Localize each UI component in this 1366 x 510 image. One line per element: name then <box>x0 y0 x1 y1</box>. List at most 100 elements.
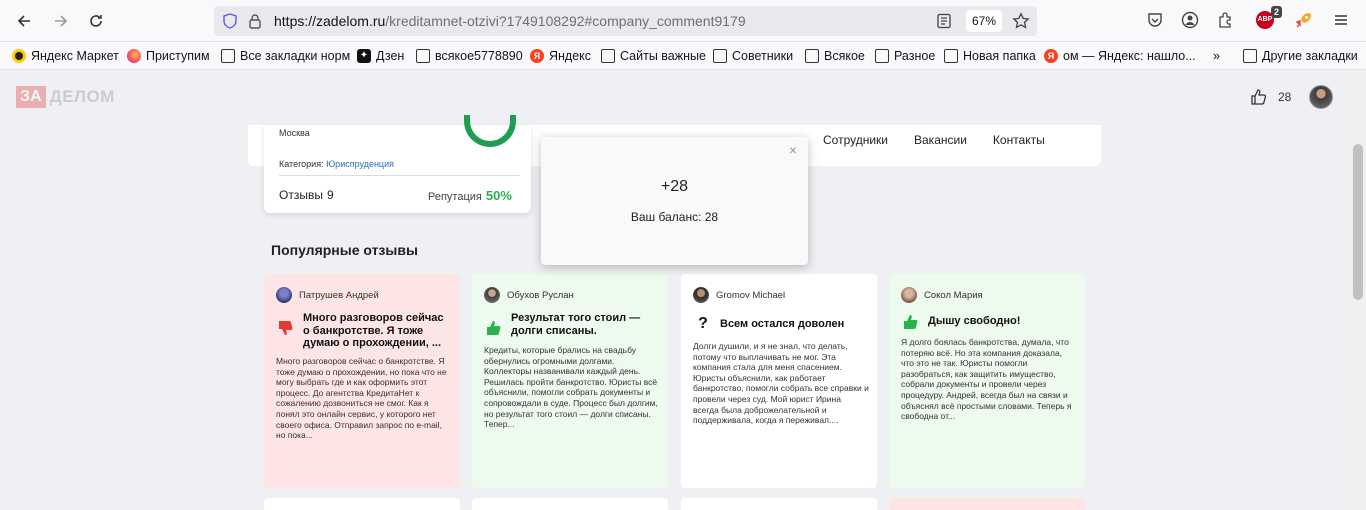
menu-icon[interactable] <box>1330 9 1352 31</box>
review-card[interactable] <box>889 498 1085 510</box>
likes-counter[interactable]: 28 <box>1250 88 1291 106</box>
url-text[interactable]: https://zadelom.ru/kreditamnet-otzivi?17… <box>274 13 746 29</box>
bookmark-folder[interactable]: Советники <box>713 48 793 64</box>
review-title[interactable]: Дышу свободно! <box>928 315 1020 328</box>
firefox-icon <box>127 49 141 63</box>
review-header: Результат того стоил — долги списаны. <box>484 312 660 338</box>
bookmark-label: Сайты важные <box>620 49 706 63</box>
company-card: Москва Категория: Юриспруденция Отзывы 9 … <box>264 115 531 213</box>
review-title[interactable]: Много разговоров сейчас о банкротстве. Я… <box>303 312 452 350</box>
back-icon[interactable] <box>12 9 36 33</box>
review-title[interactable]: Результат того стоил — долги списаны. <box>511 312 660 337</box>
bookmark-label: Советники <box>732 49 794 63</box>
dzen-icon: ✦ <box>357 49 371 63</box>
folder-icon <box>601 49 615 63</box>
yandex-icon: Я <box>530 49 544 63</box>
rocket-extension-icon[interactable] <box>1293 9 1315 31</box>
bookmark-folder[interactable]: Разное <box>875 48 935 64</box>
pocket-icon[interactable] <box>1144 9 1166 31</box>
bookmark-folder[interactable]: Другие закладки <box>1243 48 1358 64</box>
bookmark-item[interactable]: Я Яндекс <box>530 48 591 64</box>
review-card[interactable]: Сокол Мария Дышу свободно! Я долго бояла… <box>889 274 1085 488</box>
bookmark-folder[interactable]: всякое5778890 <box>416 48 523 64</box>
bookmark-label: Яндекс <box>549 49 592 63</box>
reader-view-icon[interactable] <box>936 13 952 29</box>
bookmark-label: всякое5778890 <box>435 49 523 63</box>
review-card[interactable]: Патрушев Андрей Много разговоров сейчас … <box>264 274 460 488</box>
extensions-icon[interactable] <box>1214 9 1236 31</box>
bookmark-label: Все закладки норм <box>240 49 351 63</box>
nav-vacancies[interactable]: Вакансии <box>914 133 967 147</box>
logo-za: ЗА <box>16 86 46 108</box>
reload-icon[interactable] <box>84 9 108 33</box>
avatar[interactable] <box>1309 85 1333 109</box>
review-title[interactable]: Всем остался доволен <box>720 318 844 331</box>
review-author[interactable]: Сокол Мария <box>901 287 983 303</box>
bookmark-folder[interactable]: Всякое <box>805 48 865 64</box>
bookmark-item[interactable]: Яндекс Маркет <box>12 48 119 64</box>
bookmark-folder[interactable]: Новая папка <box>944 48 1036 64</box>
close-icon[interactable]: × <box>786 143 800 157</box>
avatar <box>693 287 709 303</box>
review-header: Дышу свободно! <box>901 312 1077 332</box>
folder-icon <box>416 49 430 63</box>
balance-popup: × +28 Ваш баланс: 28 <box>541 137 808 265</box>
yandex-icon: Я <box>1044 49 1058 63</box>
address-bar[interactable]: https://zadelom.ru/kreditamnet-otzivi?17… <box>214 6 1037 36</box>
folder-icon <box>1243 49 1257 63</box>
adblock-plus-icon[interactable]: ABP 2 <box>1254 6 1282 31</box>
bookmark-item[interactable]: ✦ Дзен <box>357 48 404 64</box>
yandex-market-icon <box>12 49 26 63</box>
browser-toolbar: https://zadelom.ru/kreditamnet-otzivi?17… <box>0 0 1366 42</box>
bookmark-folder[interactable]: Все закладки норм <box>221 48 350 64</box>
author-name: Патрушев Андрей <box>299 289 379 301</box>
review-author[interactable]: Gromov Michael <box>693 287 785 303</box>
bookmark-label: ом — Яндекс: нашло... <box>1063 49 1196 63</box>
question-mark-icon: ? <box>698 315 708 332</box>
review-header: ? Всем остался доволен <box>693 312 869 334</box>
reviews-number: 9 <box>326 188 334 202</box>
reputation-shield-icon <box>464 115 516 147</box>
bookmark-folder[interactable]: Сайты важные <box>601 48 706 64</box>
lock-icon[interactable] <box>248 13 262 29</box>
adblock-label: ABP <box>1257 16 1273 23</box>
scrollbar[interactable] <box>1350 70 1366 510</box>
tracking-shield-icon[interactable] <box>222 13 238 29</box>
folder-icon <box>713 49 727 63</box>
category-label: Категория: <box>279 159 324 169</box>
author-name: Gromov Michael <box>716 289 786 301</box>
company-category: Категория: Юриспруденция <box>279 159 394 169</box>
thumbs-up-icon <box>1251 89 1267 105</box>
page-content: ЗА ДЕЛОМ 28 Сотрудники Вакансии Контакты… <box>0 70 1350 510</box>
bookmark-item[interactable]: Приступим <box>127 48 210 64</box>
category-link[interactable]: Юриспруденция <box>326 159 394 169</box>
review-card[interactable] <box>472 498 668 510</box>
bookmark-item[interactable]: Яом — Яндекс: нашло... <box>1044 48 1196 64</box>
forward-icon[interactable] <box>49 9 73 33</box>
review-card[interactable]: Gromov Michael ? Всем остался доволен До… <box>681 274 877 488</box>
site-logo[interactable]: ЗА ДЕЛОМ <box>16 86 115 108</box>
nav-contacts[interactable]: Контакты <box>993 133 1045 147</box>
review-card[interactable] <box>264 498 460 510</box>
bookmark-star-icon[interactable] <box>1012 12 1030 30</box>
review-body: Я долго боялась банкротства, думала, что… <box>901 337 1072 422</box>
bookmarks-overflow-icon[interactable]: » <box>1213 48 1220 64</box>
reviews-count[interactable]: Отзывы 9 <box>279 188 334 202</box>
avatar <box>901 287 917 303</box>
reputation-value: 50% <box>485 188 512 203</box>
review-author[interactable]: Обухов Руслан <box>484 287 574 303</box>
review-card[interactable]: Обухов Руслан Результат того стоил — дол… <box>472 274 668 488</box>
review-author[interactable]: Патрушев Андрей <box>276 287 379 303</box>
bookmark-label: Новая папка <box>963 49 1036 63</box>
likes-count: 28 <box>1278 90 1292 104</box>
review-body: Кредиты, которые брались на свадьбу обер… <box>484 345 658 430</box>
scrollbar-thumb[interactable] <box>1353 144 1363 300</box>
company-city: Москва <box>279 128 310 138</box>
review-body: Долги душили, и я не знал, что делать, п… <box>693 341 869 426</box>
nav-employees[interactable]: Сотрудники <box>823 133 888 147</box>
zoom-level-button[interactable]: 67% <box>966 10 1002 32</box>
account-icon[interactable] <box>1179 9 1201 31</box>
balance-text: Ваш баланс: 28 <box>630 210 719 224</box>
review-card[interactable] <box>681 498 877 510</box>
reviews-label: Отзывы <box>279 188 323 202</box>
